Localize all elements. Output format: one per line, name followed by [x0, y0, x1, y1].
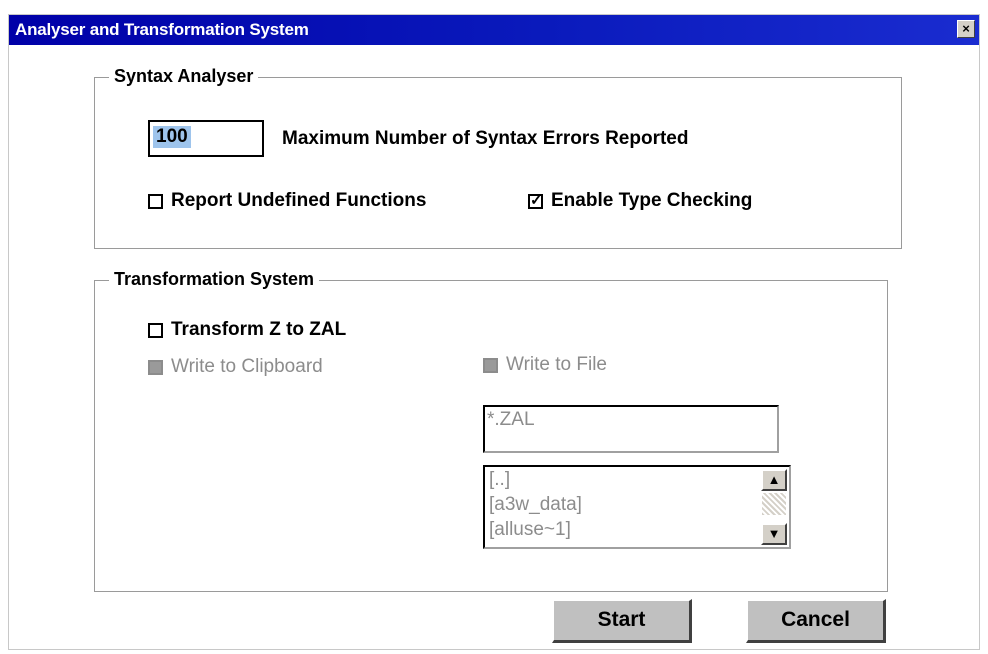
window-title: Analyser and Transformation System: [15, 20, 309, 39]
close-icon: ×: [962, 21, 970, 36]
write-clipboard-label[interactable]: Write to Clipboard: [171, 356, 323, 378]
title-bar[interactable]: Analyser and Transformation System ×: [9, 15, 979, 45]
scroll-up-arrow-icon: ▲: [767, 472, 781, 487]
write-file-checkbox[interactable]: [483, 357, 498, 373]
report-undefined-checkbox[interactable]: [148, 193, 163, 209]
list-item[interactable]: [alluse~1]: [489, 517, 582, 542]
scroll-down-button[interactable]: ▼: [761, 523, 787, 545]
max-errors-input[interactable]: 100: [148, 120, 264, 157]
syntax-analyser-group: Syntax Analyser 100 Maximum Number of Sy…: [94, 66, 902, 249]
file-list-scrollbar[interactable]: ▲ ▼: [759, 467, 789, 547]
scroll-thumb[interactable]: [762, 493, 786, 515]
max-errors-value: 100: [153, 126, 191, 148]
list-item[interactable]: [a3w_data]: [489, 492, 582, 517]
write-file-label[interactable]: Write to File: [506, 354, 607, 376]
max-errors-label: Maximum Number of Syntax Errors Reported: [282, 128, 689, 149]
write-clipboard-checkbox-row[interactable]: Write to Clipboard: [148, 356, 323, 378]
scroll-up-button[interactable]: ▲: [761, 469, 787, 491]
file-listbox[interactable]: [..] [a3w_data] [alluse~1] ▲ ▼: [483, 465, 791, 549]
file-filter-value: *.ZAL: [487, 409, 535, 430]
syntax-analyser-legend: Syntax Analyser: [109, 66, 259, 87]
transform-z-label[interactable]: Transform Z to ZAL: [171, 319, 346, 341]
type-checking-checkbox-row[interactable]: ✓ Enable Type Checking: [528, 190, 752, 212]
cancel-button[interactable]: Cancel: [746, 599, 886, 643]
file-filter-input[interactable]: *.ZAL: [483, 405, 779, 453]
type-checking-label[interactable]: Enable Type Checking: [551, 190, 752, 212]
type-checking-checkbox[interactable]: ✓: [528, 191, 543, 209]
transformation-system-group: Transformation System Transform Z to ZAL…: [94, 269, 888, 592]
start-button[interactable]: Start: [552, 599, 692, 643]
write-file-checkbox-row[interactable]: Write to File: [483, 354, 607, 376]
close-button[interactable]: ×: [957, 20, 975, 38]
transform-z-checkbox[interactable]: [148, 322, 163, 338]
report-undefined-label[interactable]: Report Undefined Functions: [171, 190, 426, 212]
list-item[interactable]: [..]: [489, 467, 582, 492]
file-list: [..] [a3w_data] [alluse~1]: [489, 467, 582, 542]
dialog-window: Analyser and Transformation System × Syn…: [8, 14, 980, 650]
scroll-down-arrow-icon: ▼: [767, 526, 781, 541]
write-clipboard-checkbox[interactable]: [148, 359, 163, 375]
check-icon: ✓: [530, 191, 543, 209]
transformation-system-legend: Transformation System: [109, 269, 320, 290]
report-undefined-checkbox-row[interactable]: Report Undefined Functions: [148, 190, 426, 212]
transform-z-checkbox-row[interactable]: Transform Z to ZAL: [148, 319, 346, 341]
